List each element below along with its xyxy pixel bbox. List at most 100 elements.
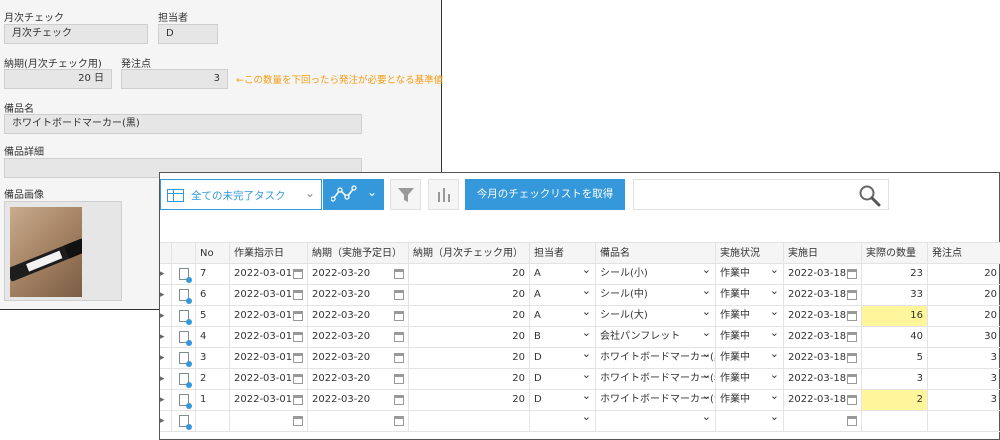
calendar-icon[interactable] xyxy=(847,395,857,405)
table-row[interactable]: ▸ 3 2022-03-01 2022-03-20 20 D ホワイトボードマー… xyxy=(160,348,1000,369)
cell-status-select[interactable]: 作業中 xyxy=(716,306,784,326)
record-detail-icon[interactable] xyxy=(179,394,192,409)
cell-leadtime[interactable]: 20 xyxy=(409,264,530,284)
cell-leadtime[interactable]: 20 xyxy=(409,285,530,305)
cell-assignee-select[interactable]: D xyxy=(530,390,596,410)
cell-leadtime[interactable]: 20 xyxy=(409,327,530,347)
calendar-icon[interactable] xyxy=(293,290,303,300)
header-no[interactable]: No xyxy=(196,243,230,263)
cell-item-select[interactable]: ホワイトボードマーカー(赤) xyxy=(596,369,716,389)
item-image-box[interactable] xyxy=(4,201,122,301)
cell-due-date[interactable]: 2022-03-20 xyxy=(308,306,409,326)
new-record-row[interactable]: ▸ xyxy=(160,411,1000,432)
cell-done-date[interactable]: 2022-03-18 xyxy=(784,264,862,284)
row-arrow[interactable]: ▸ xyxy=(160,285,172,305)
cell-done-date[interactable]: 2022-03-18 xyxy=(784,369,862,389)
table-row[interactable]: ▸ 2 2022-03-01 2022-03-20 20 D ホワイトボードマー… xyxy=(160,369,1000,390)
filter-button[interactable] xyxy=(390,179,421,210)
cell-status-select[interactable]: 作業中 xyxy=(716,327,784,347)
calendar-icon[interactable] xyxy=(293,332,303,342)
cell-assignee-select[interactable]: D xyxy=(530,348,596,368)
row-detail-cell[interactable] xyxy=(172,369,196,389)
cell-due-date[interactable]: 2022-03-20 xyxy=(308,264,409,284)
calendar-icon[interactable] xyxy=(394,269,404,279)
assignee-field[interactable]: D xyxy=(158,24,218,44)
cell-actual-qty[interactable]: 40 xyxy=(862,327,928,347)
record-detail-icon[interactable] xyxy=(179,352,192,367)
header-actual-qty[interactable]: 実際の数量 xyxy=(862,243,928,263)
fetch-checklist-button[interactable]: 今月のチェックリストを取得 xyxy=(465,179,625,210)
cell-order-date[interactable]: 2022-03-01 xyxy=(230,348,308,368)
cell-leadtime[interactable]: 20 xyxy=(409,390,530,410)
calendar-icon[interactable] xyxy=(847,311,857,321)
calendar-icon[interactable] xyxy=(394,311,404,321)
cell-done-date[interactable] xyxy=(784,411,862,431)
cell-actual-qty[interactable]: 23 xyxy=(862,264,928,284)
search-input[interactable] xyxy=(633,179,889,210)
calendar-icon[interactable] xyxy=(293,353,303,363)
calendar-icon[interactable] xyxy=(847,416,857,426)
row-arrow[interactable]: ▸ xyxy=(160,264,172,284)
calendar-icon[interactable] xyxy=(293,269,303,279)
calendar-icon[interactable] xyxy=(847,374,857,384)
reorder-point-field[interactable]: 3 xyxy=(121,69,228,89)
calendar-icon[interactable] xyxy=(847,353,857,363)
cell-order-date[interactable]: 2022-03-01 xyxy=(230,369,308,389)
cell-leadtime[interactable] xyxy=(409,411,530,431)
calendar-icon[interactable] xyxy=(394,353,404,363)
row-detail-cell[interactable] xyxy=(172,306,196,326)
cell-assignee-select[interactable]: A xyxy=(530,306,596,326)
header-leadtime[interactable]: 納期（月次チェック用） xyxy=(409,243,530,263)
table-row[interactable]: ▸ 1 2022-03-01 2022-03-20 20 D ホワイトボードマー… xyxy=(160,390,1000,411)
record-detail-icon[interactable] xyxy=(179,373,192,388)
header-order-date[interactable]: 作業指示日 xyxy=(230,243,308,263)
row-arrow[interactable]: ▸ xyxy=(160,306,172,326)
cell-item-select[interactable]: シール(中) xyxy=(596,285,716,305)
cell-actual-qty[interactable]: 2 xyxy=(862,390,928,410)
cell-done-date[interactable]: 2022-03-18 xyxy=(784,285,862,305)
header-reorder-point[interactable]: 発注点 xyxy=(928,243,1000,263)
table-row[interactable]: ▸ 4 2022-03-01 2022-03-20 20 B 会社パンフレット … xyxy=(160,327,1000,348)
cell-status-select[interactable]: 作業中 xyxy=(716,285,784,305)
cell-item-select[interactable]: 会社パンフレット xyxy=(596,327,716,347)
graph-view-button[interactable]: ⌄ xyxy=(323,179,384,210)
calendar-icon[interactable] xyxy=(394,290,404,300)
calendar-icon[interactable] xyxy=(293,395,303,405)
cell-item-select[interactable]: シール(大) xyxy=(596,306,716,326)
cell-done-date[interactable]: 2022-03-18 xyxy=(784,327,862,347)
row-detail-cell[interactable] xyxy=(172,327,196,347)
record-detail-icon[interactable] xyxy=(179,268,192,283)
row-detail-cell[interactable] xyxy=(172,348,196,368)
cell-actual-qty[interactable]: 3 xyxy=(862,369,928,389)
cell-actual-qty[interactable] xyxy=(862,411,928,431)
record-detail-icon[interactable] xyxy=(179,289,192,304)
cell-assignee-select[interactable]: D xyxy=(530,369,596,389)
header-assignee[interactable]: 担当者 xyxy=(530,243,596,263)
cell-done-date[interactable]: 2022-03-18 xyxy=(784,306,862,326)
cell-due-date[interactable]: 2022-03-20 xyxy=(308,327,409,347)
calendar-icon[interactable] xyxy=(394,416,404,426)
row-arrow[interactable]: ▸ xyxy=(160,327,172,347)
row-arrow[interactable]: ▸ xyxy=(160,348,172,368)
calendar-icon[interactable] xyxy=(394,395,404,405)
cell-item-select[interactable]: ホワイトボードマーカー(青) xyxy=(596,390,716,410)
calendar-icon[interactable] xyxy=(847,332,857,342)
cell-order-date[interactable]: 2022-03-01 xyxy=(230,390,308,410)
view-selector[interactable]: 全ての未完了タスク ⌄ xyxy=(160,179,322,210)
item-photo[interactable] xyxy=(10,207,82,297)
cell-order-date[interactable]: 2022-03-01 xyxy=(230,306,308,326)
cell-due-date[interactable]: 2022-03-20 xyxy=(308,390,409,410)
row-detail-cell[interactable] xyxy=(172,411,196,431)
cell-item-select[interactable]: ホワイトボードマーカー(黒) xyxy=(596,348,716,368)
cell-due-date[interactable] xyxy=(308,411,409,431)
record-detail-icon[interactable] xyxy=(179,310,192,325)
monthly-check-field[interactable]: 月次チェック xyxy=(4,24,148,44)
header-item-name[interactable]: 備品名 xyxy=(596,243,716,263)
calendar-icon[interactable] xyxy=(293,374,303,384)
record-detail-icon[interactable] xyxy=(179,331,192,346)
cell-done-date[interactable]: 2022-03-18 xyxy=(784,390,862,410)
cell-order-date[interactable]: 2022-03-01 xyxy=(230,327,308,347)
cell-leadtime[interactable]: 20 xyxy=(409,306,530,326)
cell-item-select[interactable]: シール(小) xyxy=(596,264,716,284)
header-due-date[interactable]: 納期（実施予定日） xyxy=(308,243,409,263)
